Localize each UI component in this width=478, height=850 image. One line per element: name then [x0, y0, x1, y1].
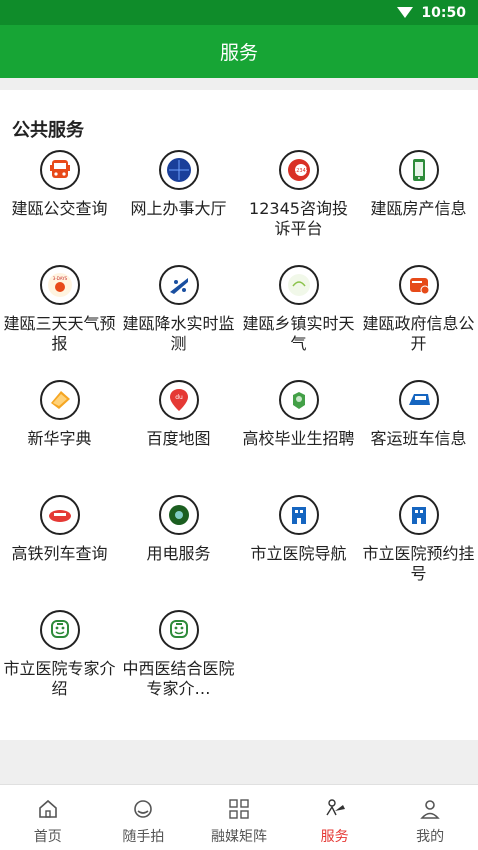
- service-label: 新华字典: [27, 429, 92, 448]
- section-title: 公共服务: [12, 120, 84, 141]
- service-item-electricity[interactable]: 用电服务: [119, 495, 238, 564]
- doctor-intro-icon: [39, 610, 80, 650]
- service-label: 高校毕业生招聘: [242, 429, 355, 448]
- tab-grid[interactable]: 融媒矩阵: [191, 785, 287, 850]
- service-label: 12345咨询投诉平台: [249, 199, 348, 238]
- service-item-hotline-12345[interactable]: 12345 12345咨询投诉平台: [239, 150, 358, 239]
- rainfall-monitor-icon: [158, 265, 199, 305]
- app-bar: 服务: [0, 25, 478, 78]
- service-label: 用电服务: [146, 544, 211, 563]
- town-weather-icon: [278, 265, 319, 305]
- tab-home[interactable]: 首页: [0, 785, 96, 850]
- service-label: 市立医院预约挂号: [362, 544, 475, 583]
- tab-profile[interactable]: 我的: [382, 785, 478, 850]
- status-bar: 10:50: [0, 0, 478, 25]
- service-item-hospital-nav[interactable]: 市立医院导航: [239, 495, 358, 564]
- service-label: 中西医结合医院专家介…: [122, 659, 235, 698]
- service-label: 建瓯公交查询: [11, 199, 108, 218]
- tab-snapshot[interactable]: 随手拍: [96, 785, 192, 850]
- service-item-weather-forecast[interactable]: 3-DAYS 建瓯三天天气预报: [0, 265, 119, 354]
- service-item-town-weather[interactable]: 建瓯乡镇实时天气: [239, 265, 358, 354]
- service-label: 市立医院导航: [250, 544, 347, 563]
- grid-icon: [229, 799, 249, 819]
- status-time: 10:50: [421, 4, 466, 21]
- wifi-icon: [397, 7, 414, 18]
- tab-label: 随手拍: [122, 829, 165, 845]
- service-label: 市立医院专家介绍: [3, 659, 116, 698]
- service-item-baidu-map[interactable]: du 百度地图: [119, 380, 238, 449]
- tab-service[interactable]: 服务: [287, 785, 383, 850]
- service-item-gov-info[interactable]: 建瓯政府信息公开: [359, 265, 478, 354]
- section-divider: [0, 78, 478, 90]
- tab-label: 融媒矩阵: [210, 829, 267, 845]
- service-label: 建瓯房产信息: [370, 199, 467, 218]
- weather-forecast-icon: 3-DAYS: [39, 265, 80, 305]
- tab-label: 我的: [416, 829, 445, 845]
- home-icon: [38, 799, 57, 818]
- tab-label: 服务: [320, 829, 349, 845]
- service-item-house-info[interactable]: 建瓯房产信息: [359, 150, 478, 219]
- bottom-tab-bar: 首页 随手拍 融媒矩阵 服务 我的: [0, 784, 478, 850]
- doctor-intro-icon: [158, 610, 199, 650]
- hotline-12345-icon: 12345: [278, 150, 319, 190]
- service-label: 百度地图: [146, 429, 211, 448]
- gov-info-icon: [398, 265, 439, 305]
- service-label: 建瓯乡镇实时天气: [242, 314, 355, 353]
- hospital-nav-icon: [278, 495, 319, 535]
- graduate-recruit-icon: [278, 380, 319, 420]
- service-label: 高铁列车查询: [11, 544, 108, 563]
- dictionary-icon: [39, 380, 80, 420]
- bus-icon: [39, 150, 80, 190]
- service-label: 建瓯降水实时监测: [122, 314, 235, 353]
- service-label: 建瓯三天天气预报: [3, 314, 116, 353]
- service-item-rainfall-monitor[interactable]: 建瓯降水实时监测: [119, 265, 238, 354]
- service-item-doctor-intro[interactable]: 中西医结合医院专家介…: [119, 610, 238, 699]
- hospital-booking-icon: [398, 495, 439, 535]
- service-item-hospital-booking[interactable]: 市立医院预约挂号: [359, 495, 478, 584]
- service-item-dictionary[interactable]: 新华字典: [0, 380, 119, 449]
- snapshot-icon: [134, 800, 153, 818]
- bottom-spacer: [0, 740, 478, 784]
- high-speed-rail-icon: [39, 495, 80, 535]
- svg-text:12345: 12345: [293, 168, 309, 174]
- service-item-doctor-intro[interactable]: 市立医院专家介绍: [0, 610, 119, 699]
- service-label: 客运班车信息: [370, 429, 467, 448]
- service-label: 网上办事大厅: [130, 199, 227, 218]
- service-item-bus[interactable]: 建瓯公交查询: [0, 150, 119, 219]
- service-item-high-speed-rail[interactable]: 高铁列车查询: [0, 495, 119, 564]
- page-title: 服务: [219, 42, 258, 64]
- online-hall-icon: [158, 150, 199, 190]
- profile-icon: [420, 800, 440, 819]
- service-item-coach-bus[interactable]: 客运班车信息: [359, 380, 478, 449]
- svg-text:3-DAYS: 3-DAYS: [52, 276, 67, 281]
- tab-label: 首页: [33, 829, 62, 845]
- service-item-graduate-recruit[interactable]: 高校毕业生招聘: [239, 380, 358, 449]
- coach-bus-icon: [398, 380, 439, 420]
- service-label: 建瓯政府信息公开: [362, 314, 475, 353]
- service-icon: [325, 799, 345, 816]
- baidu-map-icon: du: [158, 380, 199, 420]
- service-item-online-hall[interactable]: 网上办事大厅: [119, 150, 238, 219]
- electricity-icon: [158, 495, 199, 535]
- svg-text:du: du: [175, 394, 183, 401]
- house-info-icon: [398, 150, 439, 190]
